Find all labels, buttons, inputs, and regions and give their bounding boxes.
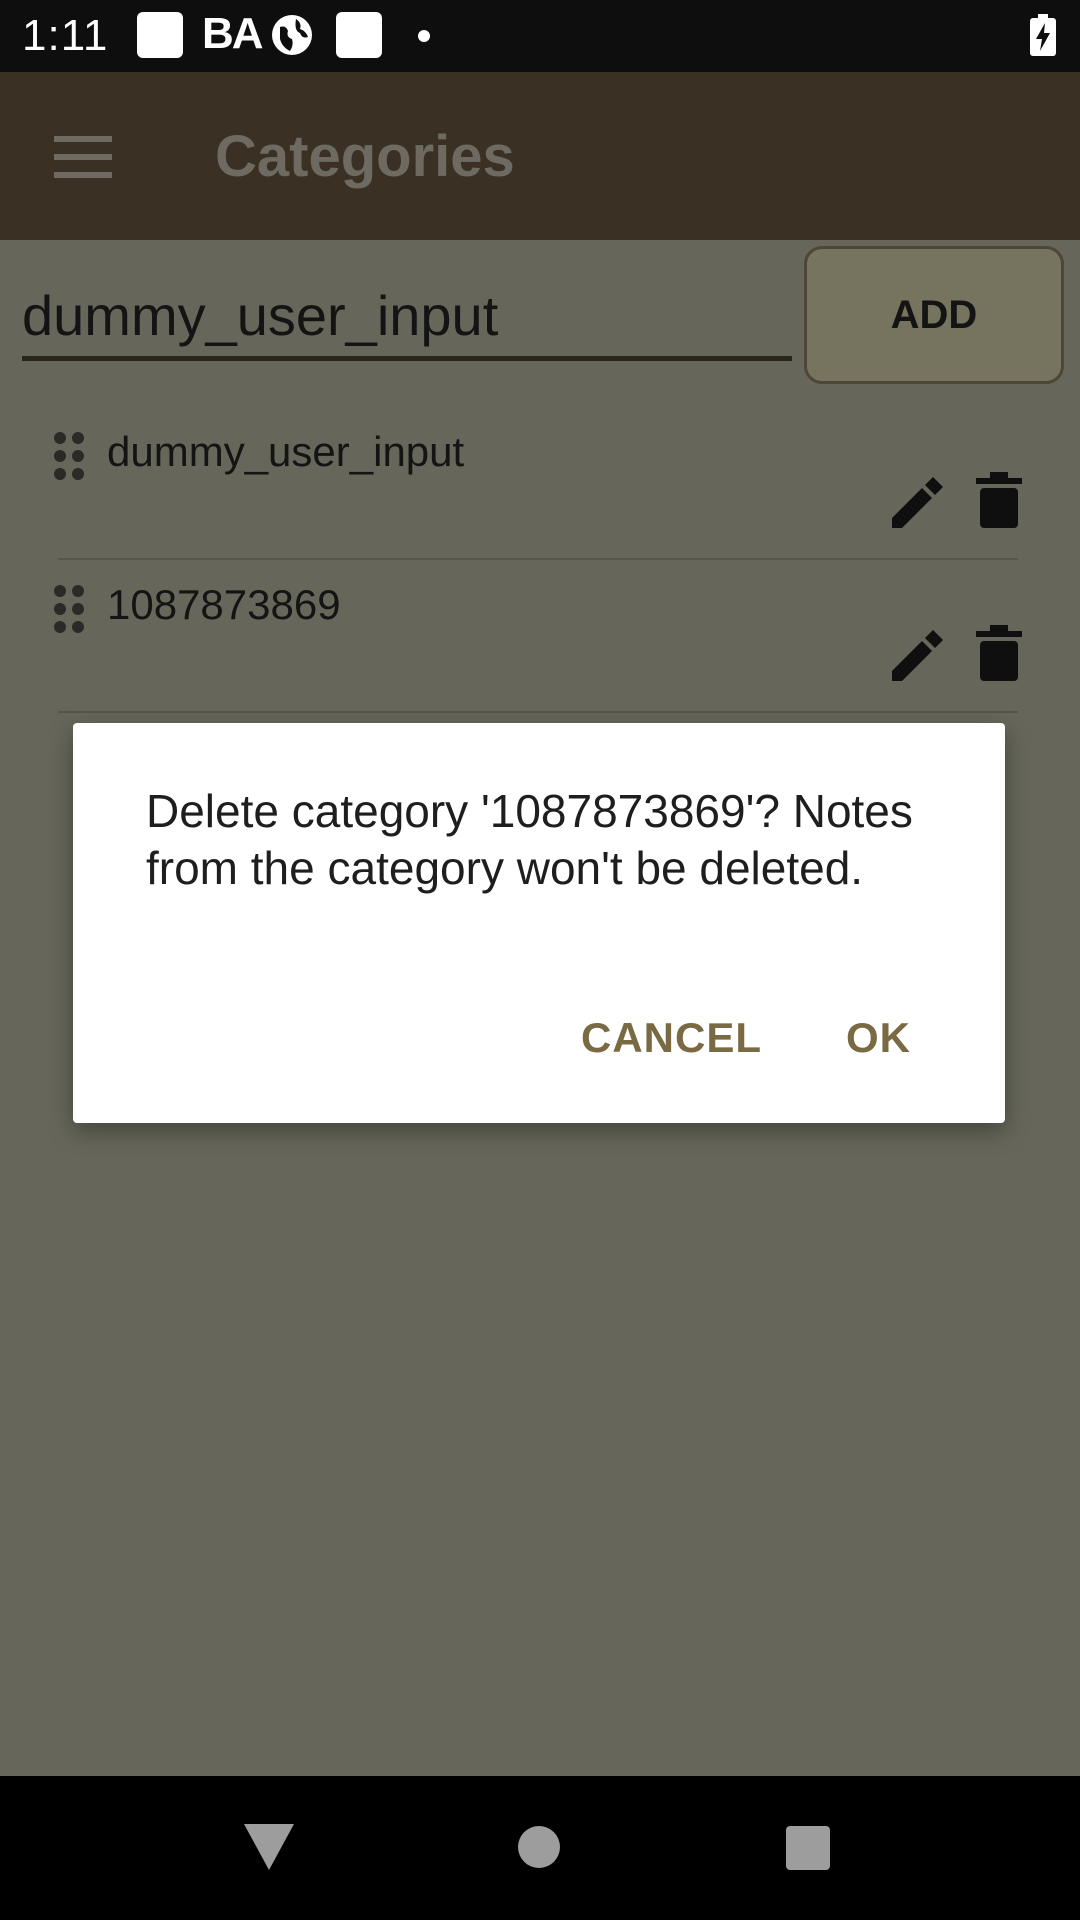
drag-handle-icon[interactable] <box>54 585 86 637</box>
category-label: 1087873869 <box>107 581 341 628</box>
cancel-button[interactable]: CANCEL <box>581 1013 762 1063</box>
dot-icon <box>418 30 430 42</box>
category-row: 1087873869 <box>0 563 1080 715</box>
delete-category-dialog: Delete category '1087873869'? Notes from… <box>73 723 1005 1123</box>
trash-icon[interactable] <box>976 625 1022 681</box>
add-category-button[interactable]: ADD <box>804 246 1064 384</box>
trash-icon[interactable] <box>976 472 1022 528</box>
category-label: dummy_user_input <box>107 428 465 475</box>
row-divider <box>58 711 1018 713</box>
ok-button[interactable]: OK <box>846 1013 911 1063</box>
globe-icon <box>272 15 312 55</box>
row-divider <box>58 558 1018 560</box>
recents-icon[interactable] <box>786 1826 830 1870</box>
navigation-bar <box>0 1776 1080 1920</box>
ba-icon: BA <box>202 9 264 58</box>
category-row: dummy_user_input <box>0 410 1080 562</box>
status-bar: 1:11 BA <box>0 0 1080 72</box>
battery-charging-icon <box>1030 14 1056 56</box>
edit-pencil-icon[interactable] <box>888 474 946 532</box>
home-icon[interactable] <box>518 1826 560 1868</box>
edit-pencil-icon[interactable] <box>888 627 946 685</box>
square-notification-icon <box>137 12 183 58</box>
category-name-input[interactable]: dummy_user_input <box>22 276 792 361</box>
back-icon[interactable] <box>244 1824 294 1870</box>
status-time: 1:11 <box>22 11 109 60</box>
page-title: Categories <box>215 124 515 189</box>
square-notification-icon <box>336 12 382 58</box>
dialog-message: Delete category '1087873869'? Notes from… <box>146 785 913 894</box>
app-bar: Categories <box>0 72 1080 240</box>
drag-handle-icon[interactable] <box>54 432 86 484</box>
hamburger-menu-icon[interactable] <box>54 136 112 178</box>
